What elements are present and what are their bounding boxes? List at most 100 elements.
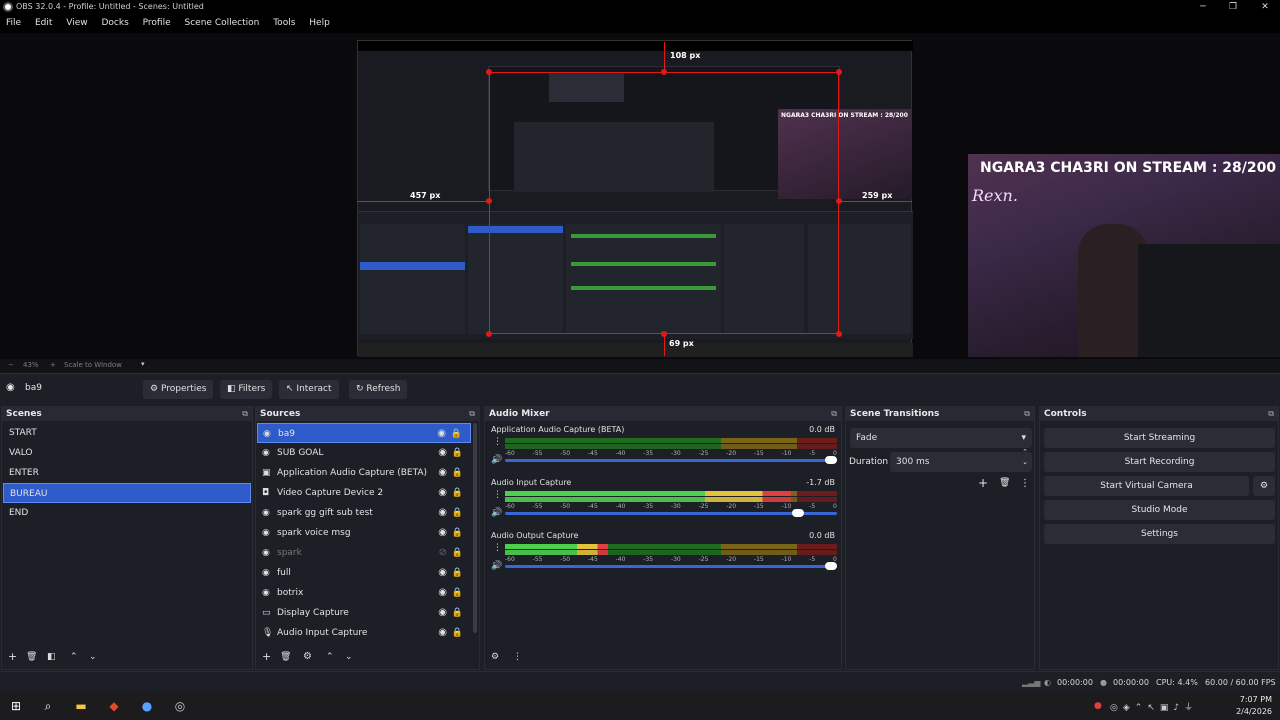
filters-button[interactable]: ◧ Filters <box>220 380 273 399</box>
volume-slider-knob[interactable] <box>825 456 837 464</box>
preview-canvas[interactable]: NGARA3 CHA3RI ON STREAM : 28/200 108 px … <box>0 33 1280 359</box>
kebab-menu-icon[interactable]: ⋮ <box>493 437 502 447</box>
obs-taskbar-icon[interactable]: ◎ <box>171 697 189 715</box>
undock-icon[interactable]: ⧉ <box>831 407 837 421</box>
source-item[interactable]: ◉ spark voice msg ◉ 🔒 <box>257 523 471 543</box>
scene-item[interactable]: VALO <box>3 443 251 463</box>
resize-handle-l[interactable] <box>486 198 492 204</box>
scene-item[interactable]: START <box>3 423 251 443</box>
resize-handle-b[interactable] <box>661 331 667 337</box>
source-item[interactable]: ◘ Video Capture Device 2 ◉ 🔒 <box>257 483 471 503</box>
eye-icon[interactable]: ◉ <box>438 503 447 523</box>
transition-select[interactable]: Fade ▾ <box>850 428 1032 448</box>
tray-icons[interactable]: ◎◈⌃↖▣♪⏚ <box>1110 700 1198 713</box>
maximize-button[interactable]: ❐ <box>1218 0 1248 15</box>
properties-button[interactable]: ⚙ Properties <box>143 380 214 399</box>
lock-icon[interactable]: 🔒 <box>452 603 463 623</box>
lock-icon[interactable]: 🔒 <box>452 563 463 583</box>
lock-icon[interactable]: 🔒 <box>452 503 463 523</box>
lock-icon[interactable]: 🔒 <box>452 543 463 563</box>
volume-slider-knob[interactable] <box>791 509 804 517</box>
undock-icon[interactable]: ⧉ <box>469 407 475 421</box>
virtual-camera-settings-button[interactable]: ⚙ <box>1253 476 1275 496</box>
start-recording-button[interactable]: Start Recording <box>1044 452 1275 472</box>
eye-icon[interactable]: ◉ <box>438 463 447 483</box>
start-streaming-button[interactable]: Start Streaming <box>1044 428 1275 448</box>
resize-handle-r[interactable] <box>836 198 842 204</box>
volume-slider[interactable] <box>505 562 837 570</box>
scale-mode-dropdown[interactable]: ▾ <box>141 360 145 368</box>
move-up-icon[interactable]: ⌃ <box>326 652 334 662</box>
undock-icon[interactable]: ⧉ <box>1268 407 1274 421</box>
app-icon[interactable]: ● <box>138 697 156 715</box>
kebab-menu-icon[interactable]: ⋮ <box>493 490 502 500</box>
close-button[interactable]: ✕ <box>1250 0 1280 15</box>
trash-icon[interactable]: 🗑 <box>999 478 1010 488</box>
file-explorer-icon[interactable]: ▬ <box>72 697 90 715</box>
refresh-button[interactable]: ↻ Refresh <box>349 380 408 399</box>
eye-icon[interactable]: ◉ <box>438 603 447 623</box>
scene-item[interactable]: ENTER <box>3 463 251 483</box>
menu-view[interactable]: View <box>60 15 92 28</box>
taskbar-clock[interactable]: 7:07 PM 2/4/2026 <box>1236 694 1272 718</box>
trash-icon[interactable]: 🗑 <box>280 652 291 662</box>
add-icon[interactable]: + <box>262 650 271 663</box>
lock-icon[interactable]: 🔒 <box>452 483 463 503</box>
eye-icon[interactable]: ◉ <box>438 443 447 463</box>
lock-icon[interactable]: 🔒 <box>452 623 463 643</box>
undock-icon[interactable]: ⧉ <box>1024 407 1030 421</box>
kebab-menu-icon[interactable]: ⋮ <box>493 543 502 553</box>
source-item[interactable]: ◉ spark gg gift sub test ◉ 🔒 <box>257 503 471 523</box>
speaker-icon[interactable]: 🔊 <box>491 455 502 465</box>
duration-field[interactable]: 300 ms ⌃ ⌄ <box>890 448 1032 472</box>
minimize-button[interactable]: ─ <box>1188 0 1218 15</box>
scene-item-selected[interactable]: BUREAU <box>3 483 251 503</box>
source-item[interactable]: ◉ spark ⊘ 🔒 <box>257 543 471 563</box>
add-icon[interactable]: + <box>8 650 17 663</box>
stepper-icon[interactable]: ⌃ ⌄ <box>1022 447 1028 467</box>
lock-icon[interactable]: 🔒 <box>452 463 463 483</box>
trash-icon[interactable]: 🗑 <box>26 652 37 662</box>
windows-start-icon[interactable]: ⊞ <box>7 697 25 715</box>
source-item[interactable]: ▭ Display Capture ◉ 🔒 <box>257 603 471 623</box>
source-item[interactable]: ◉ full ◉ 🔒 <box>257 563 471 583</box>
move-up-icon[interactable]: ⌃ <box>70 652 78 662</box>
move-down-icon[interactable]: ⌄ <box>89 652 97 662</box>
move-down-icon[interactable]: ⌄ <box>345 652 353 662</box>
undock-icon[interactable]: ⧉ <box>242 407 248 421</box>
volume-slider-knob[interactable] <box>825 562 837 570</box>
menu-docks[interactable]: Docks <box>95 15 133 28</box>
speaker-icon[interactable]: 🔊 <box>491 508 502 518</box>
menu-tools[interactable]: Tools <box>267 15 300 28</box>
brave-browser-icon[interactable]: ◆ <box>105 697 123 715</box>
sources-scrollbar[interactable] <box>473 423 477 633</box>
resize-handle-t[interactable] <box>661 69 667 75</box>
lock-icon[interactable]: 🔒 <box>452 583 463 603</box>
kebab-menu-icon[interactable]: ⋮ <box>1020 478 1030 489</box>
settings-button[interactable]: Settings <box>1044 524 1275 544</box>
speaker-icon[interactable]: 🔊 <box>491 561 502 571</box>
scene-item[interactable]: END <box>3 503 251 523</box>
eye-icon[interactable]: ◉ <box>438 523 447 543</box>
eye-icon[interactable]: ◉ <box>438 583 447 603</box>
eye-icon[interactable]: ◉ <box>438 563 447 583</box>
menu-help[interactable]: Help <box>303 15 335 28</box>
add-transition-icon[interactable]: + <box>978 476 988 490</box>
selection-box[interactable] <box>489 72 839 334</box>
volume-slider[interactable] <box>505 509 837 517</box>
source-item[interactable]: ▣ Application Audio Capture (BETA) ◉ 🔒 <box>257 463 471 483</box>
source-item[interactable]: ◉ ba9 ◉ 🔒 <box>257 423 471 443</box>
resize-handle-bl[interactable] <box>486 331 492 337</box>
menu-scene-collection[interactable]: Scene Collection <box>179 15 265 28</box>
eye-hidden-icon[interactable]: ⊘ <box>439 543 447 563</box>
resize-handle-br[interactable] <box>836 331 842 337</box>
menu-edit[interactable]: Edit <box>29 15 57 28</box>
interact-button[interactable]: ↖ Interact <box>279 380 339 399</box>
record-tray-icon[interactable]: ● <box>1094 701 1102 711</box>
eye-icon[interactable]: ◉ <box>437 424 446 444</box>
resize-handle-tl[interactable] <box>486 69 492 75</box>
kebab-menu-icon[interactable]: ⋮ <box>513 652 522 662</box>
search-icon[interactable]: ⌕ <box>39 697 57 715</box>
zoom-out-button[interactable]: − <box>8 361 14 369</box>
advanced-audio-icon[interactable]: ⚙ <box>491 652 499 662</box>
